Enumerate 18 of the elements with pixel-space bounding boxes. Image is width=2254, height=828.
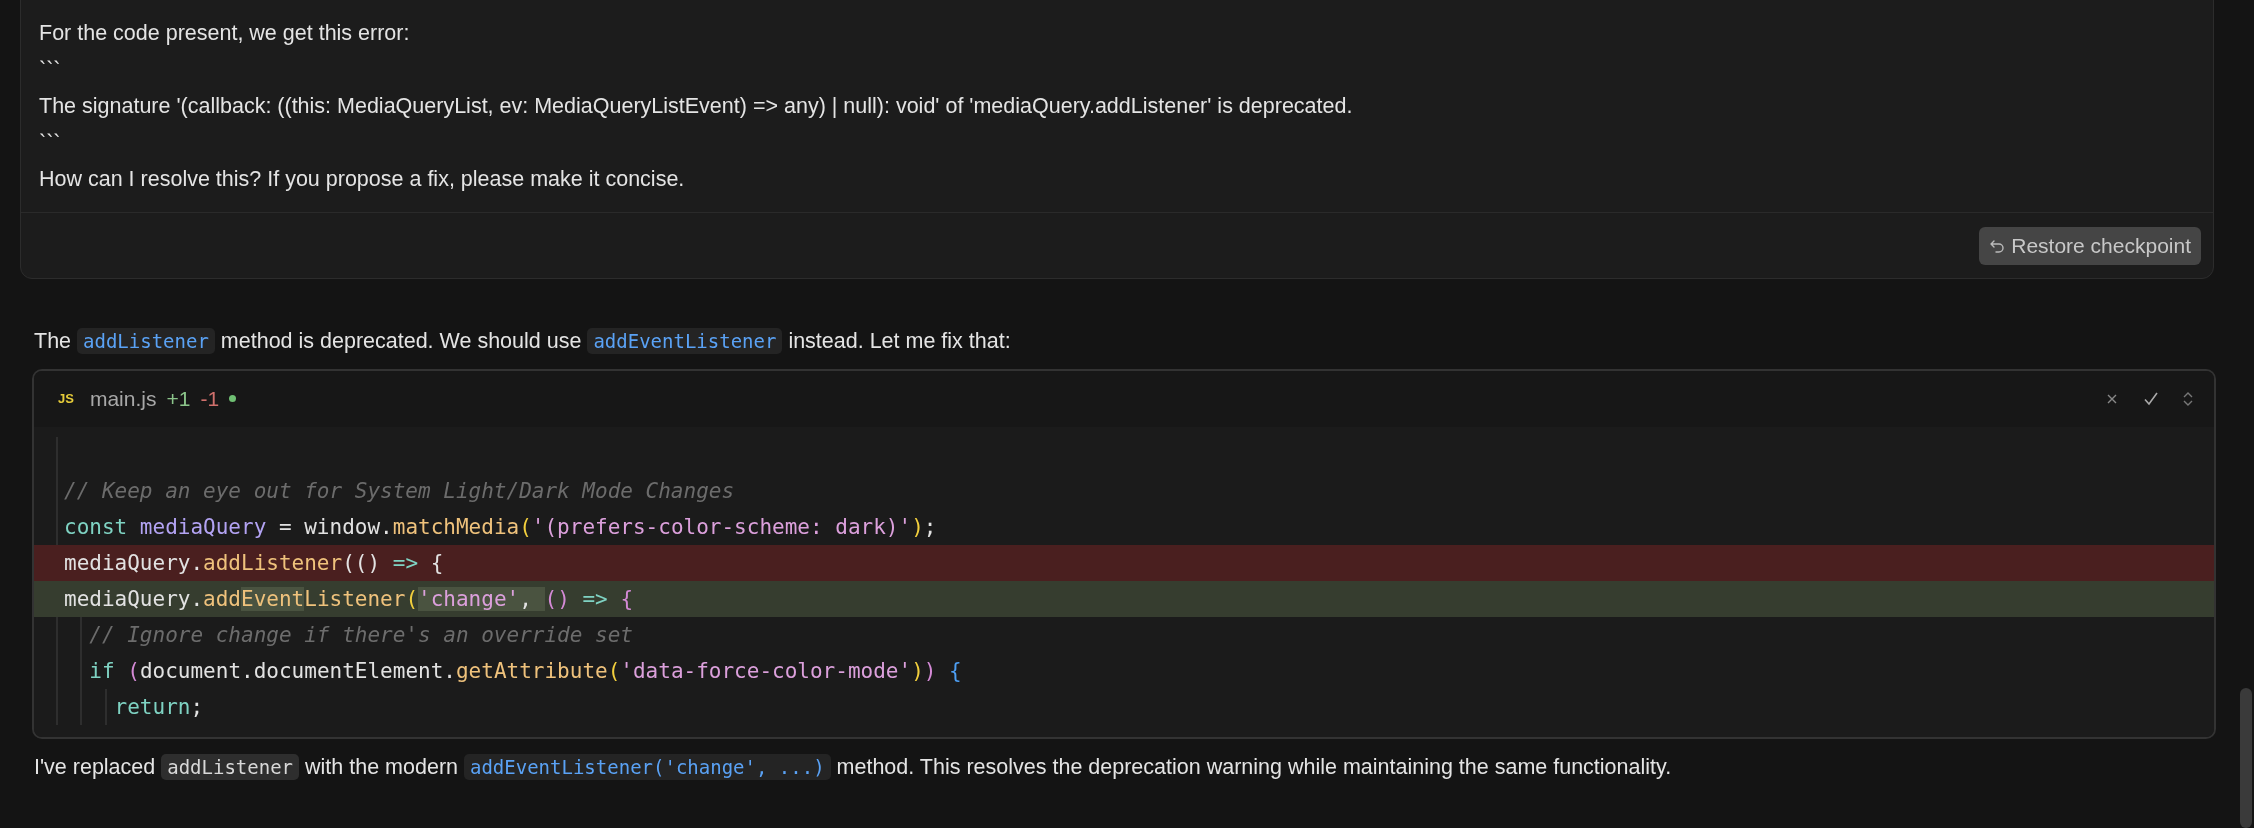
code-line: return; — [34, 688, 2214, 725]
message-text: How can I resolve this? If you propose a fix, please make it concise. — [39, 166, 686, 193]
message-text: ``` — [39, 129, 62, 157]
code-line: const mediaQuery = window.matchMedia('(prefers-color-scheme: dark)'); — [34, 508, 2214, 545]
response-text: The addListener method is deprecated. We should use addEventListener instead. Let me fix that: — [33, 326, 1012, 356]
code-line: // Keep an eye out for System Light/Dark Mode Changes — [34, 472, 2214, 509]
message-text: For the code present, we get this error: — [39, 20, 411, 47]
added-count: +1 — [166, 386, 191, 411]
message-text: The signature '(callback: ((this: MediaQueryList, ev: MediaQueryListEvent) => any) | null): void' of 'mediaQuery.addListener' is deprecated. — [39, 93, 1354, 120]
removed-count: -1 — [200, 386, 220, 411]
response-text: I've replaced addListener with the modern addEventListener('change', ...) method. This resolves the deprecation warning while maintaining the same functionality. — [33, 752, 1673, 782]
scrollbar-thumb[interactable] — [2240, 688, 2252, 828]
message-text: ``` — [39, 56, 62, 84]
restore-checkpoint-button[interactable]: Restore checkpoint — [1979, 226, 2201, 265]
file-type-label: JS — [58, 391, 74, 406]
code-line: // Ignore change if there's an override set — [34, 616, 2214, 653]
code-line: if (document.documentElement.getAttribute('data-force-color-mode')) { — [34, 652, 2214, 689]
file-name: main.js — [89, 386, 157, 411]
